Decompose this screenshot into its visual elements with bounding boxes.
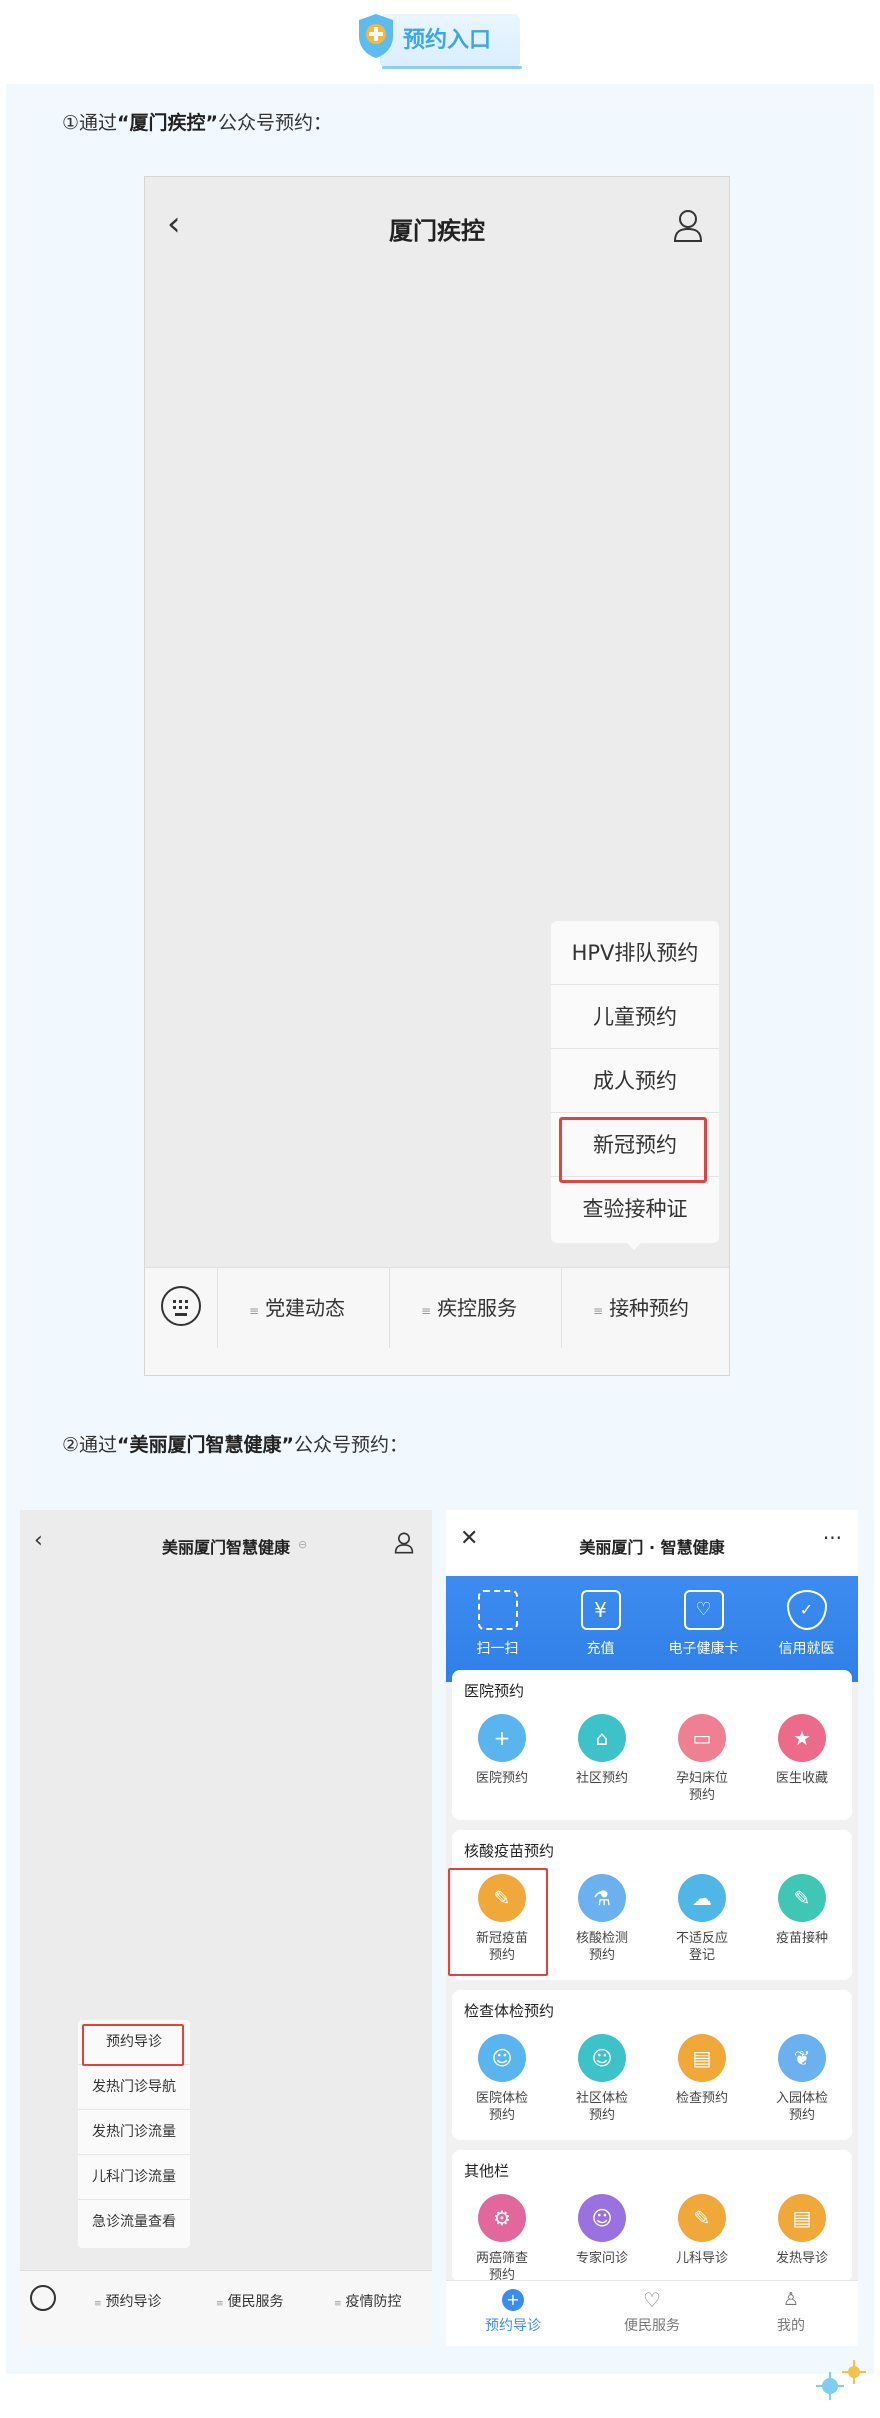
service-maternity-bed[interactable]: ▭ 孕妇床位 预约 [652, 1714, 752, 1804]
service-cancer-screening[interactable]: ⚙ 两癌筛查 预约 [452, 2194, 552, 2284]
star-bookmark-icon: ★ [778, 1714, 826, 1762]
heart-icon: ♡ [643, 2288, 661, 2312]
person-icon: ☺ [578, 2034, 626, 2082]
hospital-plus-icon: + [478, 1714, 526, 1762]
quick-health-card[interactable]: ♡ 电子健康卡 [652, 1590, 755, 1658]
phone-screenshot-xmcdc: ‹ 厦门疾控 HPV排队预约 儿童预约 成人预约 新冠预约 查验接种证 ≡ 党建动… [144, 176, 730, 1376]
keyboard-icon[interactable] [30, 2285, 56, 2311]
nav-service[interactable]: ♡ 便民服务 [587, 2289, 717, 2335]
tab-service[interactable]: ≡ 便民服务 [216, 2291, 284, 2311]
sprout-icon: ❦ [778, 2034, 826, 2082]
service-adverse-reaction[interactable]: ☁ 不适反应 登记 [652, 1874, 752, 1964]
highlight-box [448, 1868, 548, 1976]
home-plus-icon: ⌂ [578, 1714, 626, 1762]
test-tube-icon: ⚗ [578, 1874, 626, 1922]
app-title: 美丽厦门 · 智慧健康 [579, 1538, 725, 1557]
user-icon: ♙ [782, 2289, 800, 2310]
tab-guide[interactable]: ≡ 预约导诊 [94, 2291, 162, 2311]
verified-icon: ⊖ [298, 1538, 308, 1551]
popup-menu: HPV排队预约 儿童预约 成人预约 新冠预约 查验接种证 [551, 921, 719, 1243]
yuan-icon: ¥ [580, 1590, 621, 1630]
quick-scan[interactable]: 扫一扫 [446, 1590, 549, 1658]
more-icon[interactable]: ··· [823, 1526, 842, 1550]
tab-cdc-service[interactable]: ≡ 疾控服务 [421, 1292, 517, 1321]
section-title: 预约入口 [403, 28, 492, 53]
menu-caret [625, 1241, 643, 1250]
service-fever-guide[interactable]: ▤ 发热导诊 [752, 2194, 852, 2267]
step-one-text: ①通过“厦门疾控”公众号预约： [62, 112, 333, 134]
sparkle-decoration-icon [816, 2360, 866, 2400]
vaccine-icon: ✎ [778, 1874, 826, 1922]
navigation-bar: ‹ 美丽厦门智慧健康 ⊖ [20, 1510, 432, 1578]
keyboard-icon[interactable] [161, 1286, 201, 1326]
section-title: 检查体检预约 [464, 2002, 555, 2020]
heart-card-icon: ♡ [683, 1590, 724, 1630]
quick-actions-bar: 扫一扫 ¥ 充值 ♡ 电子健康卡 ✓ 信用就医 [446, 1576, 858, 1682]
section-checkup: 检查体检预约 ☺ 医院体检 预约 ☺ 社区体检 预约 ▤ 检查预约 ❦ 入园体检 预约 [452, 1990, 852, 2140]
person-icon: ☺ [478, 2034, 526, 2082]
step-two-text: ②通过“美丽厦门智慧健康”公众号预约： [62, 1434, 409, 1456]
bottom-menu-bar: ≡ 党建动态 ≡ 疾控服务 ≡ 接种预约 [145, 1267, 729, 1375]
menu-item-hpv[interactable]: HPV排队预约 [551, 921, 719, 985]
navigation-bar: ✕ 美丽厦门 · 智慧健康 ··· [446, 1510, 858, 1576]
menu-item-emergency-flow[interactable]: 急诊流量查看 [78, 2200, 190, 2245]
section-hospital: 医院预约 + 医院预约 ⌂ 社区预约 ▭ 孕妇床位 预约 ★ 医生收藏 [452, 1670, 852, 1820]
user-icon[interactable] [394, 1532, 414, 1554]
quick-recharge[interactable]: ¥ 充值 [549, 1590, 652, 1658]
clipboard-icon: ▤ [678, 2034, 726, 2082]
bed-icon: ▭ [678, 1714, 726, 1762]
nav-guide[interactable]: + 预约导诊 [448, 2289, 578, 2335]
highlight-box [559, 1117, 707, 1183]
cloud-icon: ☁ [678, 1874, 726, 1922]
menu-item-children[interactable]: 儿童预约 [551, 985, 719, 1049]
shield-icon: ✓ [786, 1590, 827, 1630]
service-exam-booking[interactable]: ▤ 检查预约 [652, 2034, 752, 2107]
menu-item-fever-nav[interactable]: 发热门诊导航 [78, 2065, 190, 2110]
tab-epidemic[interactable]: ≡ 疫情防控 [334, 2291, 402, 2311]
pill-icon: ✎ [678, 2194, 726, 2242]
account-title: 厦门疾控 [389, 217, 485, 245]
highlight-box [82, 2024, 184, 2066]
scan-icon [477, 1590, 518, 1630]
service-vaccination[interactable]: ✎ 疫苗接种 [752, 1874, 852, 1947]
menu-item-fever-flow[interactable]: 发热门诊流量 [78, 2110, 190, 2155]
title-underline [382, 66, 522, 69]
account-title: 美丽厦门智慧健康 [161, 1538, 290, 1557]
tab-party[interactable]: ≡ 党建动态 [249, 1292, 345, 1321]
service-hospital-booking[interactable]: + 医院预约 [452, 1714, 552, 1787]
service-community-checkup[interactable]: ☺ 社区体检 预约 [552, 2034, 652, 2124]
phone-screenshot-health-menu: ‹ 美丽厦门智慧健康 ⊖ 预约导诊 发热门诊导航 发热门诊流量 儿科门诊流量 急… [20, 1510, 432, 2346]
service-kindergarten-checkup[interactable]: ❦ 入园体检 预约 [752, 2034, 852, 2124]
bottom-navigation: + 预约导诊 ♡ 便民服务 ♙ 我的 [446, 2280, 858, 2346]
service-community-booking[interactable]: ⌂ 社区预约 [552, 1714, 652, 1787]
service-hospital-checkup[interactable]: ☺ 医院体检 预约 [452, 2034, 552, 2124]
shield-plus-icon [359, 14, 393, 58]
service-expert-consult[interactable]: ☺ 专家问诊 [552, 2194, 652, 2267]
service-pediatric-guide[interactable]: ✎ 儿科导诊 [652, 2194, 752, 2267]
menu-item-certificate[interactable]: 查验接种证 [551, 1177, 719, 1241]
plus-circle-icon: + [502, 2289, 524, 2311]
section-title: 医院预约 [464, 1682, 525, 1700]
tab-vaccination[interactable]: ≡ 接种预约 [593, 1292, 689, 1321]
navigation-bar: ‹ 厦门疾控 [145, 177, 729, 277]
service-nucleic-test[interactable]: ⚗ 核酸检测 预约 [552, 1874, 652, 1964]
doctor-icon: ☺ [578, 2194, 626, 2242]
menu-item-adult[interactable]: 成人预约 [551, 1049, 719, 1113]
section-header: 预约入口 [0, 0, 880, 80]
bottom-menu-bar: ≡ 预约导诊 ≡ 便民服务 ≡ 疫情防控 [20, 2270, 432, 2346]
nav-mine[interactable]: ♙ 我的 [726, 2289, 856, 2335]
service-doctor-favorites[interactable]: ★ 医生收藏 [752, 1714, 852, 1787]
gear-search-icon: ⚙ [478, 2194, 526, 2242]
section-other: 其他栏 ⚙ 两癌筛查 预约 ☺ 专家问诊 ✎ 儿科导诊 ▤ 发热导诊 [452, 2150, 852, 2284]
user-icon[interactable] [673, 209, 703, 243]
clipboard-icon: ▤ [778, 2194, 826, 2242]
section-title: 核酸疫苗预约 [464, 1842, 555, 1860]
quick-credit[interactable]: ✓ 信用就医 [755, 1590, 858, 1658]
menu-item-pediatric-flow[interactable]: 儿科门诊流量 [78, 2155, 190, 2200]
section-title: 其他栏 [464, 2162, 510, 2180]
phone-screenshot-health-home: ✕ 美丽厦门 · 智慧健康 ··· 扫一扫 ¥ 充值 ♡ 电子健康卡 ✓ 信用就… [446, 1510, 858, 2346]
